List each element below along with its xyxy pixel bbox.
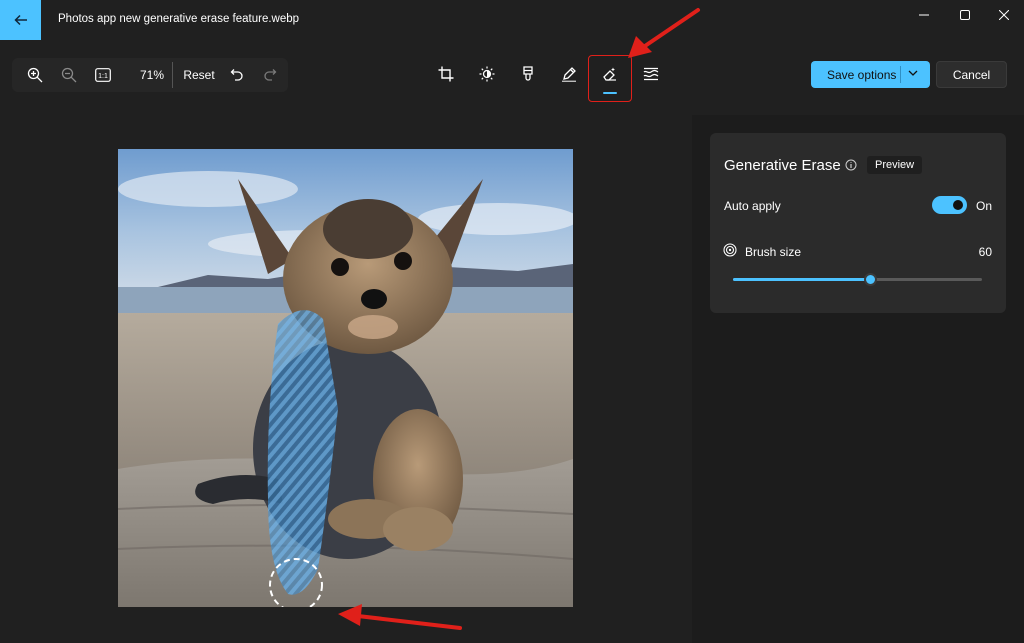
brush-size-label: Brush size xyxy=(745,245,802,259)
close-icon xyxy=(999,10,1009,20)
zoom-out-icon xyxy=(61,67,77,83)
dog-photo-image xyxy=(118,149,573,607)
annotation-arrow-top xyxy=(628,8,700,58)
minimize-button[interactable] xyxy=(904,0,944,30)
minimize-icon xyxy=(919,14,929,16)
toggle-knob xyxy=(953,200,963,210)
zoom-out-button[interactable] xyxy=(56,62,82,88)
zoom-level: 71% xyxy=(139,68,164,82)
preview-badge: Preview xyxy=(867,156,923,174)
auto-apply-toggle[interactable] xyxy=(932,196,967,214)
reset-button[interactable]: Reset xyxy=(179,64,219,86)
back-button[interactable] xyxy=(0,0,41,40)
slider-thumb[interactable] xyxy=(863,273,877,286)
undo-button[interactable] xyxy=(224,62,250,88)
background-blur-icon xyxy=(643,67,659,81)
highlight-box xyxy=(588,55,632,102)
slider-fill xyxy=(733,278,870,281)
maximize-button[interactable] xyxy=(945,0,985,30)
adjust-brightness-icon xyxy=(479,66,495,82)
zoom-in-icon xyxy=(27,67,43,83)
crop-icon xyxy=(438,66,454,82)
back-arrow-icon xyxy=(13,14,27,26)
redo-button[interactable] xyxy=(257,62,283,88)
panel-title: Generative Erase xyxy=(724,157,841,174)
redo-icon xyxy=(264,69,277,81)
crop-tool-button[interactable] xyxy=(433,61,459,87)
window-title: Photos app new generative erase feature.… xyxy=(58,13,300,25)
chevron-down-icon[interactable] xyxy=(907,67,919,82)
info-icon[interactable] xyxy=(845,158,857,176)
cancel-button[interactable]: Cancel xyxy=(936,61,1007,88)
brush-size-value: 60 xyxy=(978,245,992,259)
auto-apply-label: Auto apply xyxy=(724,199,781,213)
toolbar-divider xyxy=(172,62,173,88)
actual-size-glyph: 1:1 xyxy=(98,73,108,80)
markup-pen-icon xyxy=(562,67,576,82)
annotation-arrow-bottom xyxy=(338,604,462,630)
filter-icon xyxy=(523,66,533,81)
close-button[interactable] xyxy=(984,0,1024,30)
save-options-label: Save options xyxy=(827,68,897,82)
adjust-tool-button[interactable] xyxy=(474,61,500,87)
brush-size-slider[interactable] xyxy=(733,273,982,286)
brush-size-icon xyxy=(723,243,737,262)
filter-tool-button[interactable] xyxy=(515,61,541,87)
auto-apply-state: On xyxy=(976,199,993,213)
markup-tool-button[interactable] xyxy=(556,61,582,87)
edited-photo[interactable] xyxy=(118,149,573,607)
background-tool-button[interactable] xyxy=(638,61,664,87)
title-bar: Photos app new generative erase feature.… xyxy=(0,0,1024,40)
save-options-button[interactable]: Save options xyxy=(811,61,930,88)
actual-size-icon: 1:1 xyxy=(95,68,111,82)
save-split-divider xyxy=(900,66,901,83)
undo-icon xyxy=(230,69,243,81)
maximize-icon xyxy=(960,10,970,20)
zoom-in-button[interactable] xyxy=(22,62,48,88)
actual-size-button[interactable]: 1:1 xyxy=(90,62,116,88)
